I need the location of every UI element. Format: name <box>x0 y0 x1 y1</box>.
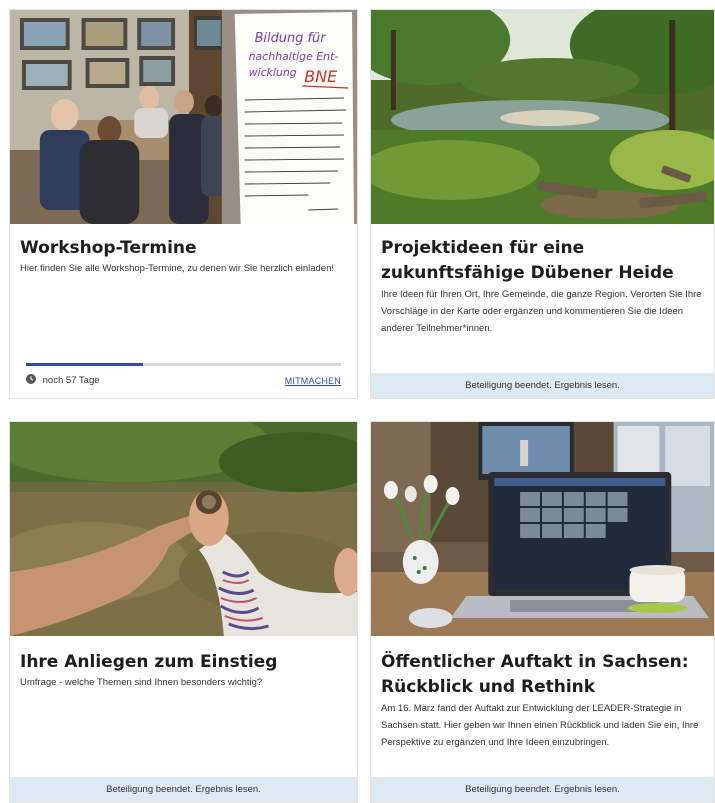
card-title[interactable]: Ihre Anliegen zum Einstieg <box>20 650 349 675</box>
heath-lake-photo <box>371 10 714 224</box>
svg-text:wicklung: wicklung <box>249 66 297 79</box>
participation-ended-banner[interactable]: Beteiligung beendet. Ergebnis lesen. <box>371 373 714 398</box>
participate-link[interactable]: MITMACHEN <box>285 373 341 389</box>
card-description: Umfrage - welche Themen sind Ihnen beson… <box>20 677 263 688</box>
participation-ended-banner[interactable]: Beteiligung beendet. Ergebnis lesen. <box>10 777 357 802</box>
card-description: Hier finden Sie alle Workshop-Termine, z… <box>20 263 335 274</box>
card-title[interactable]: Workshop-Termine <box>20 236 349 261</box>
progress-bar <box>26 363 341 366</box>
svg-text:Bildung für: Bildung für <box>255 31 327 46</box>
card-workshop-termine[interactable]: Bildung für nachhaltige Ent- wicklung BN… <box>9 9 358 399</box>
remaining-time: noch 57 Tage MITMACHEN <box>26 373 341 389</box>
progress-bar-fill <box>26 363 143 366</box>
card-title[interactable]: Projektideen für eine zukunftsfähige Düb… <box>381 236 706 286</box>
card-description: Am 16. März fand der Auftakt zur Entwick… <box>381 703 699 748</box>
card-title[interactable]: Öffentlicher Auftakt in Sachsen: Rückbli… <box>381 650 706 700</box>
days-left-text: noch 57 Tage <box>42 375 100 386</box>
card-description: Ihre Ideen für Ihren Ort, Ihre Gemeinde,… <box>381 289 702 334</box>
workshop-photo: Bildung für nachhaltige Ent- wicklung BN… <box>10 10 357 224</box>
laptop-conference-photo <box>371 422 714 636</box>
card-ihre-anliegen[interactable]: Ihre Anliegen zum Einstieg Umfrage - wel… <box>9 421 358 803</box>
child-hand-photo <box>10 422 357 636</box>
card-oeffentlicher-auftakt[interactable]: Öffentlicher Auftakt in Sachsen: Rückbli… <box>370 421 715 803</box>
svg-text:BNE: BNE <box>304 67 338 86</box>
clock-icon <box>26 374 36 384</box>
card-projektideen[interactable]: Projektideen für eine zukunftsfähige Düb… <box>370 9 715 399</box>
participation-ended-banner[interactable]: Beteiligung beendet. Ergebnis lesen. <box>371 777 714 802</box>
svg-text:nachhaltige Ent-: nachhaltige Ent- <box>249 50 339 63</box>
